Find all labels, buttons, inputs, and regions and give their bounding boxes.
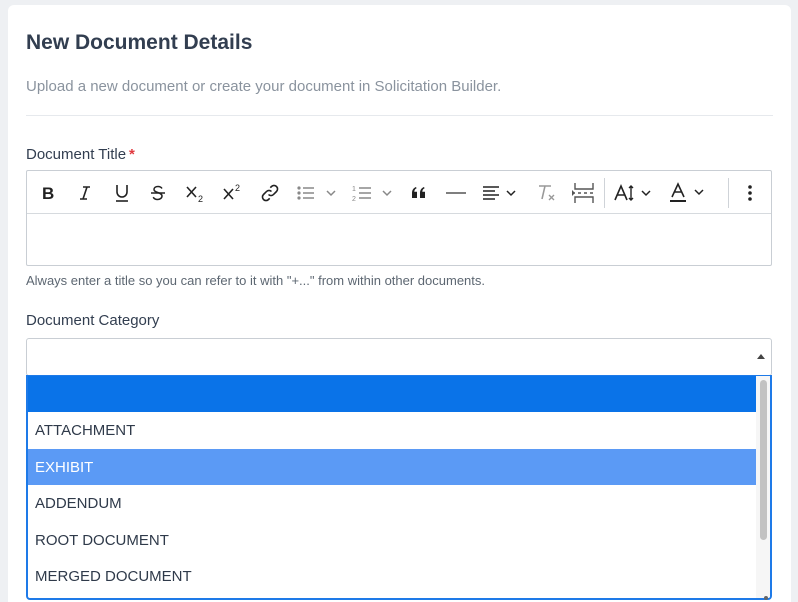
caret-up-icon <box>757 354 765 359</box>
dropdown-option[interactable]: ATTACHMENT <box>28 413 756 449</box>
document-category-select[interactable] <box>26 338 772 376</box>
dropdown-option[interactable] <box>28 376 756 412</box>
svg-text:2: 2 <box>352 196 356 203</box>
underline-button[interactable] <box>111 181 133 205</box>
svg-text:2: 2 <box>198 194 203 203</box>
page-subtitle: Upload a new document or create your doc… <box>26 78 502 95</box>
more-options-icon <box>748 185 752 201</box>
underline-icon <box>116 185 128 202</box>
blockquote-icon <box>412 187 425 198</box>
bulleted-list-icon <box>297 186 336 200</box>
bold-button[interactable]: B <box>37 181 59 205</box>
document-title-helper: Always enter a title so you can refer to… <box>26 273 486 288</box>
italic-button[interactable] <box>74 181 96 205</box>
more-options-button[interactable] <box>739 181 761 205</box>
link-icon <box>261 184 279 202</box>
svg-text:2: 2 <box>235 183 240 193</box>
superscript-icon: 2 <box>223 183 240 200</box>
new-document-card: New Document Details Upload a new docume… <box>8 5 791 602</box>
numbered-list-icon: 12 <box>352 186 392 203</box>
document-title-input[interactable] <box>27 214 771 265</box>
toolbar-separator <box>604 178 605 208</box>
required-mark: * <box>129 146 135 163</box>
align-button[interactable] <box>481 181 523 205</box>
obscured-handle <box>764 596 768 600</box>
horizontal-line-icon <box>446 192 466 194</box>
divider <box>26 115 773 116</box>
bold-icon: B <box>42 184 54 202</box>
italic-icon <box>80 186 90 200</box>
scrollbar-thumb[interactable] <box>760 380 767 540</box>
document-title-editor: B 2 2 12 <box>26 170 772 266</box>
dropdown-option[interactable]: EXHIBIT <box>28 449 756 485</box>
bulleted-list-button[interactable] <box>295 181 341 205</box>
strikethrough-button[interactable] <box>147 181 169 205</box>
svg-text:1: 1 <box>352 186 356 193</box>
align-icon <box>483 186 516 200</box>
font-color-icon <box>670 182 704 202</box>
page-title: New Document Details <box>26 31 253 54</box>
link-button[interactable] <box>259 181 281 205</box>
remove-format-icon <box>539 185 555 201</box>
superscript-button[interactable]: 2 <box>221 181 245 205</box>
document-category-dropdown: ATTACHMENT EXHIBIT ADDENDUM ROOT DOCUMENT ME… <box>26 375 772 600</box>
document-title-label: Document Title * <box>26 146 135 163</box>
strikethrough-icon <box>151 185 165 201</box>
subscript-icon: 2 <box>186 186 203 203</box>
page-break-button[interactable] <box>570 181 598 205</box>
dropdown-option[interactable]: ROOT DOCUMENT <box>28 522 756 558</box>
font-size-button[interactable] <box>613 181 657 205</box>
document-title-label-text: Document Title <box>26 146 127 163</box>
dropdown-scrollbar[interactable] <box>756 376 770 598</box>
page-break-icon <box>572 183 594 203</box>
font-color-button[interactable] <box>668 181 712 205</box>
horizontal-line-button[interactable] <box>444 181 468 205</box>
subscript-button[interactable]: 2 <box>184 181 208 205</box>
editor-toolbar: B 2 2 12 <box>27 171 771 214</box>
font-size-icon <box>614 183 651 201</box>
remove-format-button[interactable] <box>535 181 559 205</box>
dropdown-option[interactable]: MERGED DOCUMENT <box>28 559 756 595</box>
numbered-list-button[interactable]: 12 <box>351 181 397 205</box>
dropdown-option[interactable]: ADDENDUM <box>28 486 756 522</box>
document-category-label: Document Category <box>26 312 160 329</box>
svg-text:B: B <box>42 184 54 202</box>
blockquote-button[interactable] <box>408 181 430 205</box>
toolbar-separator <box>728 178 729 208</box>
